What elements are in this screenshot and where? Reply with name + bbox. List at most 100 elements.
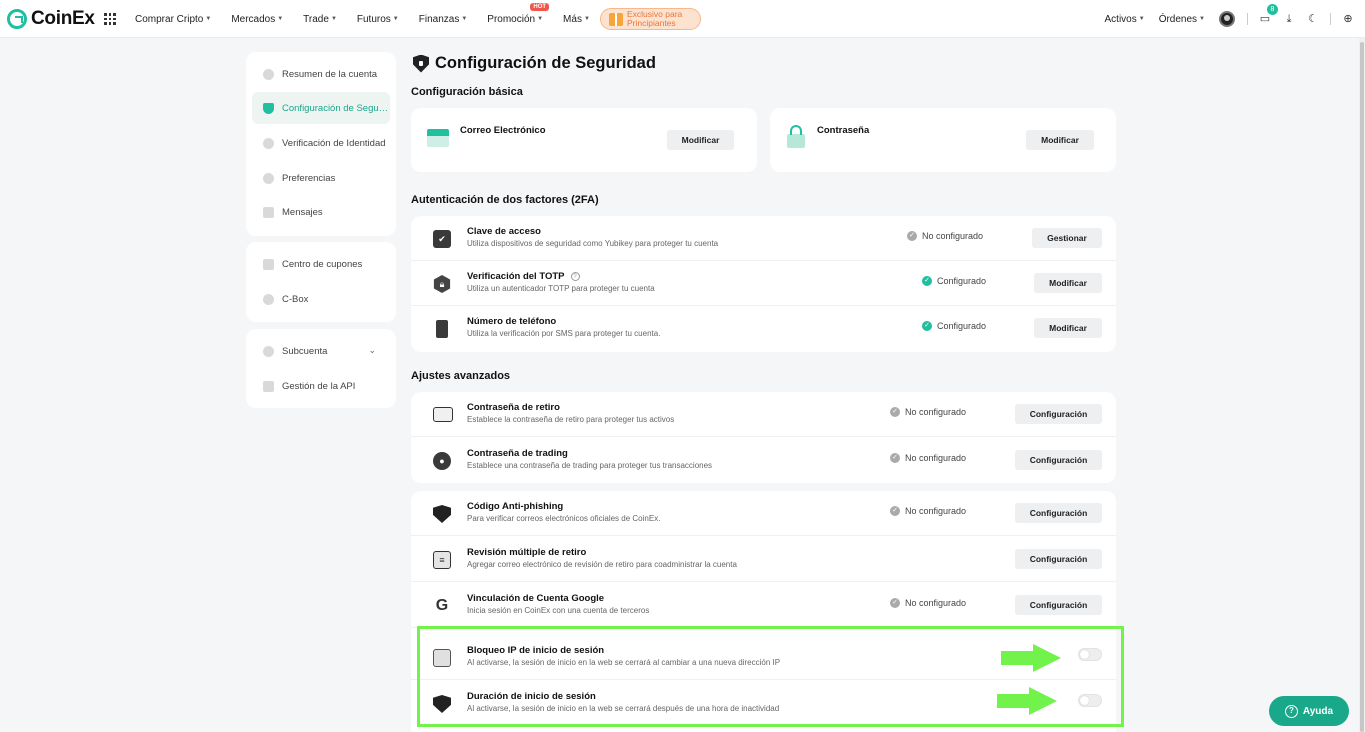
top-navigation-bar: CoinEx Comprar Cripto ▼ Mercados ▼ Trade ▼ … <box>0 0 1365 38</box>
modify-totp-button[interactable]: Modificar <box>1034 273 1102 293</box>
status-grey-check-icon: ✓ <box>890 598 900 608</box>
caret-down-icon: ▼ <box>461 16 468 22</box>
config-withdraw-password-button[interactable]: Configuración <box>1015 404 1102 424</box>
row-title: Contraseña de trading <box>467 448 568 459</box>
apps-grid-icon[interactable] <box>104 13 116 25</box>
list-item: Código Anti-phishing Para verificar corr… <box>411 491 1116 536</box>
status-badge: ✓ No configurado <box>890 598 966 608</box>
twofa-card: ✔ Clave de acceso Utiliza dispositivos d… <box>411 216 1116 352</box>
nav-finanzas[interactable]: Finanzas ▼ <box>419 14 468 25</box>
advanced-card-1: Contraseña de retiro Establece la contra… <box>411 392 1116 483</box>
arrow-right-icon <box>997 687 1059 715</box>
list-item: ✔ Clave de acceso Utiliza dispositivos d… <box>411 216 1116 261</box>
sidebar-item-seguridad[interactable]: Configuración de Seguridad <box>252 92 390 124</box>
nav-comprar-cripto[interactable]: Comprar Cripto ▼ <box>135 14 211 25</box>
status-green-check-icon: ✓ <box>922 321 932 331</box>
avatar[interactable] <box>1219 11 1235 27</box>
row-description: Utiliza la verificación por SMS para pro… <box>467 329 661 338</box>
caret-down-icon: ▼ <box>1199 16 1205 22</box>
gift-icon <box>609 12 623 26</box>
trading-password-icon: ● <box>433 452 451 470</box>
globe-language-icon[interactable]: ⊕ <box>1341 12 1355 26</box>
sidebar-item-cupones[interactable]: Centro de cupones <box>252 248 390 280</box>
list-item: ● Contraseña de trading Establece una co… <box>411 438 1116 483</box>
modify-email-button[interactable]: Modificar <box>667 130 734 150</box>
nav-promocion[interactable]: Promoción ▼ HOT <box>487 2 550 25</box>
section-title-2fa: Autenticación de dos factores (2FA) <box>411 194 599 206</box>
beginner-promo-button[interactable]: Exclusivo para Principiantes <box>600 8 701 30</box>
section-title-basic: Configuración básica <box>411 86 523 98</box>
section-title-advanced: Ajustes avanzados <box>411 370 511 382</box>
row-description: Utiliza un autenticador TOTP para proteg… <box>467 284 655 293</box>
modify-password-button[interactable]: Modificar <box>1026 130 1094 150</box>
download-icon[interactable]: ⤓ <box>1282 12 1296 26</box>
config-multi-review-button[interactable]: Configuración <box>1015 549 1102 569</box>
status-badge: ✓ No configurado <box>890 407 966 417</box>
status-grey-check-icon: ✓ <box>907 231 917 241</box>
sidebar-item-subcuenta[interactable]: Subcuenta ⌄ <box>252 335 390 367</box>
caret-down-icon: ▼ <box>583 16 590 22</box>
sidebar-group-rewards: Centro de cupones C-Box <box>246 242 396 322</box>
page-title: Configuración de Seguridad <box>413 54 656 73</box>
password-card: Contraseña Modificar <box>770 108 1116 172</box>
question-circle-icon: ? <box>1284 704 1298 718</box>
nav-futuros[interactable]: Futuros ▼ <box>357 14 399 25</box>
row-description: Utiliza dispositivos de seguridad como Y… <box>467 239 719 248</box>
lock-icon <box>787 125 805 148</box>
nav-mercados[interactable]: Mercados ▼ <box>231 14 283 25</box>
caret-down-icon: ▼ <box>277 16 284 22</box>
help-question-icon[interactable]: ? <box>570 272 580 281</box>
message-icon[interactable]: ▭ 8 <box>1258 4 1278 26</box>
email-icon <box>427 129 449 147</box>
list-item: 🔒︎ Verificación del TOTP? Utiliza un aut… <box>411 261 1116 306</box>
config-anti-phishing-button[interactable]: Configuración <box>1015 503 1102 523</box>
dark-mode-moon-icon[interactable]: ☾ <box>1306 12 1320 26</box>
sidebar-item-api[interactable]: Gestión de la API <box>252 370 390 402</box>
nav-ordenes[interactable]: Órdenes ▼ <box>1159 14 1205 25</box>
id-icon <box>263 137 274 149</box>
caret-down-icon: ▼ <box>537 16 544 22</box>
status-grey-check-icon: ✓ <box>890 453 900 463</box>
coinex-logo-icon <box>7 9 27 29</box>
status-badge: ✓ Configurado <box>922 276 986 286</box>
caret-down-icon: ▼ <box>205 16 212 22</box>
sidebar-item-cbox[interactable]: C-Box <box>252 283 390 315</box>
multi-review-icon: ≡ <box>433 551 451 569</box>
arrow-right-icon <box>1001 644 1063 672</box>
promo-text: Exclusivo para Principiantes <box>627 9 683 28</box>
logo-text: CoinEx <box>31 8 95 29</box>
status-badge: ✓ No configurado <box>907 231 983 241</box>
hot-badge: HOT <box>530 2 550 11</box>
phone-icon <box>436 320 448 338</box>
divider <box>1247 13 1248 25</box>
right-nav: Activos ▼ Órdenes ▼ ▭ 8 ⤓ ☾ ⊕ <box>1105 0 1365 38</box>
config-google-button[interactable]: Configuración <box>1015 595 1102 615</box>
row-title: Verificación del TOTP? <box>467 271 580 282</box>
sidebar-item-mensajes[interactable]: Mensajes <box>252 196 390 228</box>
nav-activos[interactable]: Activos ▼ <box>1105 14 1145 25</box>
scrollbar-thumb[interactable] <box>1360 42 1364 732</box>
modify-phone-button[interactable]: Modificar <box>1034 318 1102 338</box>
gear-icon <box>263 172 274 184</box>
api-icon <box>263 380 274 392</box>
sidebar-item-verificacion[interactable]: Verificación de Identidad <box>252 127 390 159</box>
status-badge: ✓ No configurado <box>890 453 966 463</box>
nav-mas[interactable]: Más ▼ <box>563 14 590 25</box>
main-nav: Comprar Cripto ▼ Mercados ▼ Trade ▼ Futuros… <box>135 0 610 38</box>
config-trading-password-button[interactable]: Configuración <box>1015 450 1102 470</box>
email-label: Correo Electrónico <box>460 125 546 136</box>
shield-icon <box>263 102 274 114</box>
caret-down-icon: ▼ <box>392 16 399 22</box>
caret-down-icon: ▼ <box>1138 16 1145 22</box>
sidebar-item-resumen[interactable]: Resumen de la cuenta <box>252 58 390 90</box>
help-button[interactable]: ? Ayuda <box>1269 696 1349 726</box>
sidebar-item-preferencias[interactable]: Preferencias <box>252 162 390 194</box>
row-title: Clave de acceso <box>467 226 541 237</box>
row-title: Código Anti-phishing <box>467 501 564 512</box>
totp-lock-icon: 🔒︎ <box>433 275 451 293</box>
row-description: Establece una contraseña de trading para… <box>467 461 713 470</box>
coinex-logo[interactable]: CoinEx <box>7 8 95 30</box>
nav-trade[interactable]: Trade ▼ <box>303 14 337 25</box>
manage-passkey-button[interactable]: Gestionar <box>1032 228 1102 248</box>
list-item: Número de teléfono Utiliza la verificaci… <box>411 306 1116 351</box>
